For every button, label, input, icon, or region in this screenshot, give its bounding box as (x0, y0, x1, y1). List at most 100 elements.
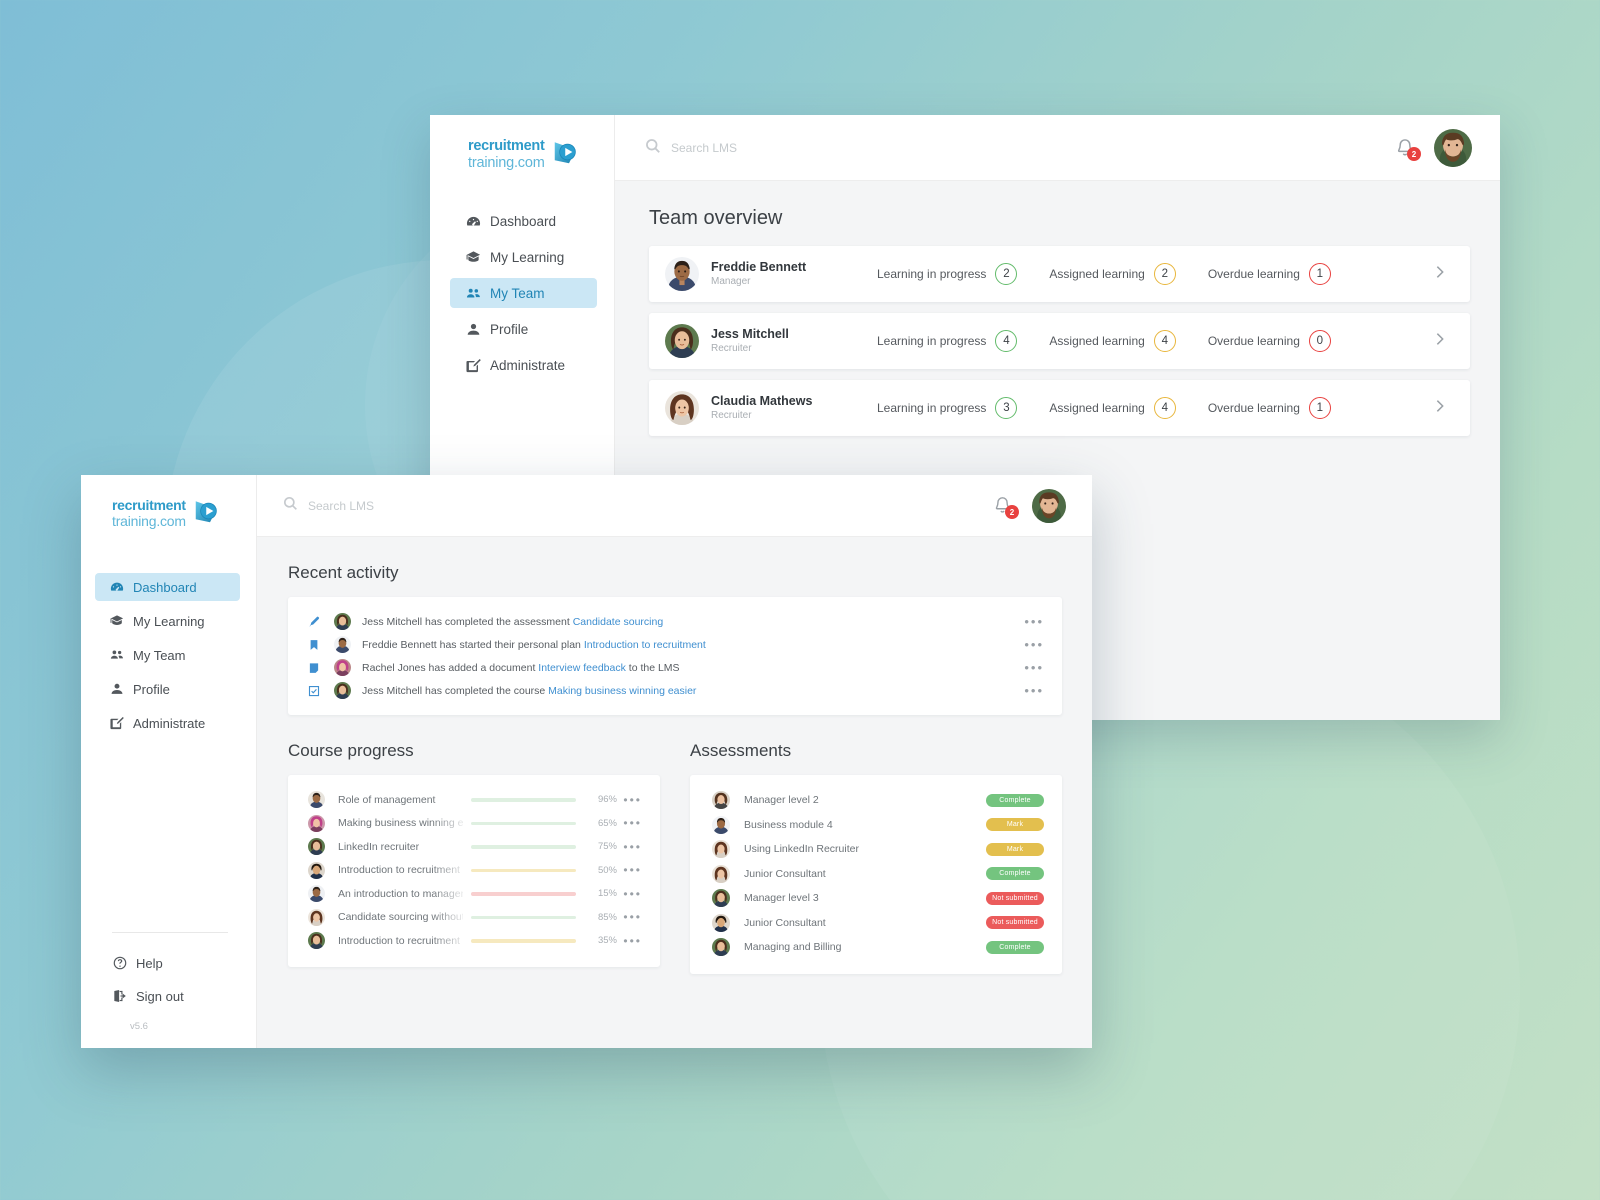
sidebar-item-my-learning[interactable]: My Learning (450, 242, 597, 272)
stat-value: 4 (1153, 330, 1176, 352)
sidebar-item-my-team[interactable]: My Team (95, 641, 240, 669)
sidebar-item-dashboard[interactable]: Dashboard (95, 573, 240, 601)
stat-learning-in-progress: Learning in progress 2 (877, 263, 1018, 285)
avatar (334, 659, 351, 676)
sidebar-item-profile[interactable]: Profile (95, 675, 240, 703)
stat-label: Assigned learning (1049, 267, 1145, 281)
progress-percent: 65% (597, 817, 617, 829)
list-item[interactable]: Managing and Billing Complete (690, 935, 1062, 960)
row-menu-button[interactable]: ••• (623, 794, 642, 806)
sidebar-item-label: Profile (133, 681, 170, 697)
row-menu-button[interactable]: ••• (1024, 661, 1044, 674)
row-menu-button[interactable]: ••• (623, 935, 642, 947)
brand-logo[interactable]: recruitment training.com (430, 115, 615, 172)
back-search[interactable] (645, 138, 1394, 159)
avatar (712, 913, 730, 932)
page-title: Team overview (649, 207, 783, 229)
front-sidebar: recruitment training.com Dashboard My Le… (81, 475, 257, 1048)
table-row[interactable]: Jess Mitchell Recruiter Learning in prog… (649, 313, 1470, 369)
chevron-right-icon[interactable] (1432, 398, 1448, 419)
chevron-right-icon[interactable] (1432, 264, 1448, 285)
sidebar-item-label: Sign out (136, 988, 184, 1004)
list-item[interactable]: Junior Consultant Not submitted (690, 911, 1062, 936)
list-item[interactable]: Manager level 3 Not submitted (690, 886, 1062, 911)
list-item[interactable]: An introduction to management 15% ••• (288, 882, 660, 906)
progress-track (471, 821, 576, 825)
sidebar-item-administrate[interactable]: Administrate (95, 709, 240, 737)
assessment-name: Junior Consultant (744, 867, 826, 880)
sidebar-item-sign-out[interactable]: Sign out (81, 984, 256, 1008)
avatar[interactable] (1032, 489, 1066, 523)
list-item[interactable]: Business module 4 Mark (690, 813, 1062, 838)
list-item[interactable]: Freddie Bennett has started their person… (288, 633, 1062, 656)
assessment-name: Using LinkedIn Recruiter (744, 843, 859, 856)
row-menu-button[interactable]: ••• (623, 841, 642, 853)
front-content: Recent activity Jess Mitchell has comple… (257, 537, 1092, 1048)
activity-link[interactable]: Introduction to recruitment (584, 639, 706, 651)
sidebar-item-label: Profile (490, 321, 529, 337)
front-topbar: 2 (257, 475, 1092, 537)
brand-logo-text: recruitment training.com (112, 497, 186, 529)
list-item[interactable]: Junior Consultant Complete (690, 862, 1062, 887)
sidebar-item-my-learning[interactable]: My Learning (95, 607, 240, 635)
play-logo-icon (551, 137, 581, 172)
avatar (712, 815, 730, 834)
list-item[interactable]: Jess Mitchell has completed the course M… (288, 679, 1062, 702)
activity-link[interactable]: Interview feedback (538, 662, 626, 674)
list-item[interactable]: Jess Mitchell has completed the assessme… (288, 610, 1062, 633)
sidebar-item-administrate[interactable]: Administrate (450, 350, 597, 380)
chevron-right-icon[interactable] (1432, 331, 1448, 352)
pencil-icon (308, 616, 321, 628)
progress-percent: 75% (597, 841, 617, 853)
assessment-name: Managing and Billing (744, 941, 842, 954)
list-item[interactable]: Making business winning easier 65% ••• (288, 812, 660, 836)
notifications-button[interactable]: 2 (992, 495, 1019, 519)
row-menu-button[interactable]: ••• (623, 864, 642, 876)
sidebar-item-profile[interactable]: Profile (450, 314, 597, 344)
row-menu-button[interactable]: ••• (623, 817, 642, 829)
list-item[interactable]: LinkedIn recruiter 75% ••• (288, 835, 660, 859)
row-menu-button[interactable]: ••• (1024, 615, 1044, 628)
progress-track (471, 939, 576, 943)
brand-logo[interactable]: recruitment training.com (81, 475, 256, 531)
list-item[interactable]: Using LinkedIn Recruiter Mark (690, 837, 1062, 862)
table-row[interactable]: Freddie Bennett Manager Learning in prog… (649, 246, 1470, 302)
row-menu-button[interactable]: ••• (623, 888, 642, 900)
course-name: Candidate sourcing without the (338, 911, 463, 924)
version-label: v5.6 (130, 1021, 148, 1032)
list-item[interactable]: Rachel Jones has added a document Interv… (288, 656, 1062, 679)
list-item[interactable]: Introduction to recruitment 35% ••• (288, 929, 660, 953)
search-input[interactable] (308, 499, 548, 513)
search-input[interactable] (671, 141, 911, 155)
sidebar-item-label: My Team (490, 285, 545, 301)
sidebar-item-dashboard[interactable]: Dashboard (450, 206, 597, 236)
front-search[interactable] (283, 496, 992, 516)
activity-text: Freddie Bennett has started their person… (362, 639, 706, 651)
row-menu-button[interactable]: ••• (1024, 684, 1044, 697)
sidebar-item-help[interactable]: Help (81, 951, 256, 975)
list-item[interactable]: Manager level 2 Complete (690, 788, 1062, 813)
activity-link[interactable]: Making business winning easier (548, 685, 696, 697)
table-row[interactable]: Claudia Mathews Recruiter Learning in pr… (649, 380, 1470, 436)
row-menu-button[interactable]: ••• (1024, 638, 1044, 651)
list-item[interactable]: Introduction to recruitment 50% ••• (288, 859, 660, 883)
stat-label: Learning in progress (877, 267, 987, 281)
list-item[interactable]: Role of management 96% ••• (288, 788, 660, 812)
row-menu-button[interactable]: ••• (623, 911, 642, 923)
avatar (334, 682, 351, 699)
dashboard-lower-sections: Course progress Role of management 96% •… (288, 741, 1062, 974)
sidebar-item-label: Help (136, 955, 163, 971)
list-item[interactable]: Candidate sourcing without the 85% ••• (288, 906, 660, 930)
document-icon (308, 662, 321, 674)
progress-percent: 50% (597, 864, 617, 876)
notifications-button[interactable]: 2 (1394, 137, 1421, 161)
activity-link[interactable]: Candidate sourcing (573, 616, 663, 628)
sidebar-item-label: My Team (133, 647, 186, 663)
avatar (712, 938, 730, 957)
avatar[interactable] (1434, 129, 1472, 167)
activity-prefix: Jess Mitchell has completed the course (362, 684, 549, 697)
learning-icon (466, 250, 481, 265)
front-nav: Dashboard My Learning My Team Profile Ad… (81, 573, 256, 737)
brand-line-2: training.com (112, 512, 186, 529)
sidebar-item-my-team[interactable]: My Team (450, 278, 597, 308)
